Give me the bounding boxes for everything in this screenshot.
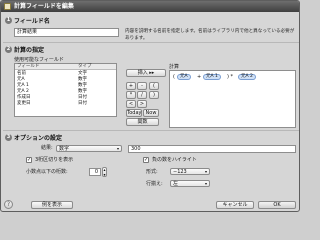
alignment-select[interactable]: 左 ▾ <box>170 180 210 187</box>
today-button[interactable]: Today <box>126 109 142 117</box>
divider <box>3 42 299 43</box>
list-header: フィールド タイプ <box>15 64 116 70</box>
decimals-stepper[interactable]: ▴ ▾ <box>102 167 107 177</box>
result-value-input[interactable]: 300 <box>128 145 296 153</box>
negative-highlight-label: 負の数をハイライト <box>152 157 197 163</box>
open-paren-button[interactable]: ( <box>149 82 159 90</box>
calculation-formula-box[interactable]: ( 元A + 元A 1 ) * 元A 2 <box>169 70 296 128</box>
thousands-separator-checkbox[interactable]: ✓ <box>26 157 32 163</box>
checkmark-icon: ✓ <box>27 157 32 163</box>
edit-calculated-field-window: 計算フィールドを編集 1 フィールド名 計算結果 内容を説明する名前を指定します… <box>0 0 300 212</box>
section-title-calculation: 計算の指定 <box>14 47 45 54</box>
minus-button[interactable]: - <box>137 82 147 90</box>
app-icon <box>4 3 11 10</box>
format-select[interactable]: −123 ▾ <box>170 168 210 175</box>
section-number-1: 1 <box>5 17 12 24</box>
list-item[interactable]: 作成日 日付 <box>15 95 116 101</box>
greater-than-button[interactable]: > <box>137 100 147 108</box>
multiply-button[interactable]: * <box>126 91 136 99</box>
column-header-field: フィールド <box>17 64 40 69</box>
field-name-description: 内容を説明する名前を指定します。名前はライブラリ内で他と異なっている必要がありま… <box>125 29 295 41</box>
close-paren-button[interactable]: ) <box>149 91 159 99</box>
format-value: −123 <box>173 169 187 175</box>
alignment-label: 行揃え: <box>146 181 163 187</box>
section-number-2: 2 <box>5 46 12 53</box>
column-header-type: タイプ <box>78 64 92 69</box>
formula-operator: + <box>197 74 202 80</box>
checkmark-icon: ✓ <box>144 157 149 163</box>
chevron-down-icon: ▾ <box>204 169 207 174</box>
list-item[interactable]: 名前 文字 <box>15 71 116 77</box>
ok-button[interactable]: OK <box>258 201 296 209</box>
title-bar: 計算フィールドを編集 <box>1 1 299 12</box>
chevron-down-icon: ▾ <box>116 146 119 151</box>
list-item[interactable]: 変更日 日付 <box>15 101 116 107</box>
insert-button[interactable]: 挿入 ▸▸ <box>126 69 166 77</box>
cancel-button[interactable]: キャンセル <box>216 201 254 209</box>
now-button[interactable]: Now <box>143 109 159 117</box>
help-icon[interactable]: ? <box>4 200 13 209</box>
section-title-field-name: フィールド名 <box>14 18 50 25</box>
negative-highlight-checkbox[interactable]: ✓ <box>143 157 149 163</box>
less-than-button[interactable]: < <box>126 100 136 108</box>
thousands-separator-label: 3桁区切りを表示 <box>35 157 74 163</box>
available-fields-label: 使用可能なフィールド <box>14 57 64 63</box>
function-button[interactable]: 関数 <box>126 118 159 126</box>
window-title: 計算フィールドを編集 <box>14 3 74 10</box>
chevron-down-icon: ▾ <box>204 181 207 186</box>
divide-button[interactable]: / <box>137 91 147 99</box>
format-label: 形式: <box>146 169 158 175</box>
formula-operator: ) * <box>227 74 234 80</box>
decimals-input[interactable]: 0 <box>89 168 101 176</box>
field-name-input[interactable]: 計算結果 <box>14 28 119 37</box>
section-title-options: オプションの設定 <box>14 135 63 142</box>
divider <box>3 130 299 131</box>
formula-token[interactable]: 元A <box>177 74 191 80</box>
formula-token[interactable]: 元A 2 <box>238 74 256 80</box>
calculation-label: 計算 <box>169 64 180 70</box>
available-fields-list[interactable]: フィールド タイプ 名前 文字 元A 数字 元A 1 数字 元A 2 数字 作成日 日付 … <box>14 63 117 117</box>
result-type-select[interactable]: 数字 ▾ <box>56 145 122 152</box>
plus-button[interactable]: + <box>126 82 136 90</box>
section-number-3: 3 <box>5 134 12 141</box>
decimals-label: 小数点以下の桁数: <box>26 169 68 175</box>
show-example-button[interactable]: 例を表示 <box>31 201 73 209</box>
result-label: 結果: <box>41 145 53 151</box>
list-item[interactable]: 元A 数字 <box>15 77 116 83</box>
list-item[interactable]: 元A 1 数字 <box>15 83 116 89</box>
formula-open-paren: ( <box>173 74 175 80</box>
alignment-value: 左 <box>173 181 179 187</box>
formula-token[interactable]: 元A 1 <box>203 74 221 80</box>
list-item[interactable]: 元A 2 数字 <box>15 89 116 95</box>
result-type-value: 数字 <box>59 146 70 152</box>
